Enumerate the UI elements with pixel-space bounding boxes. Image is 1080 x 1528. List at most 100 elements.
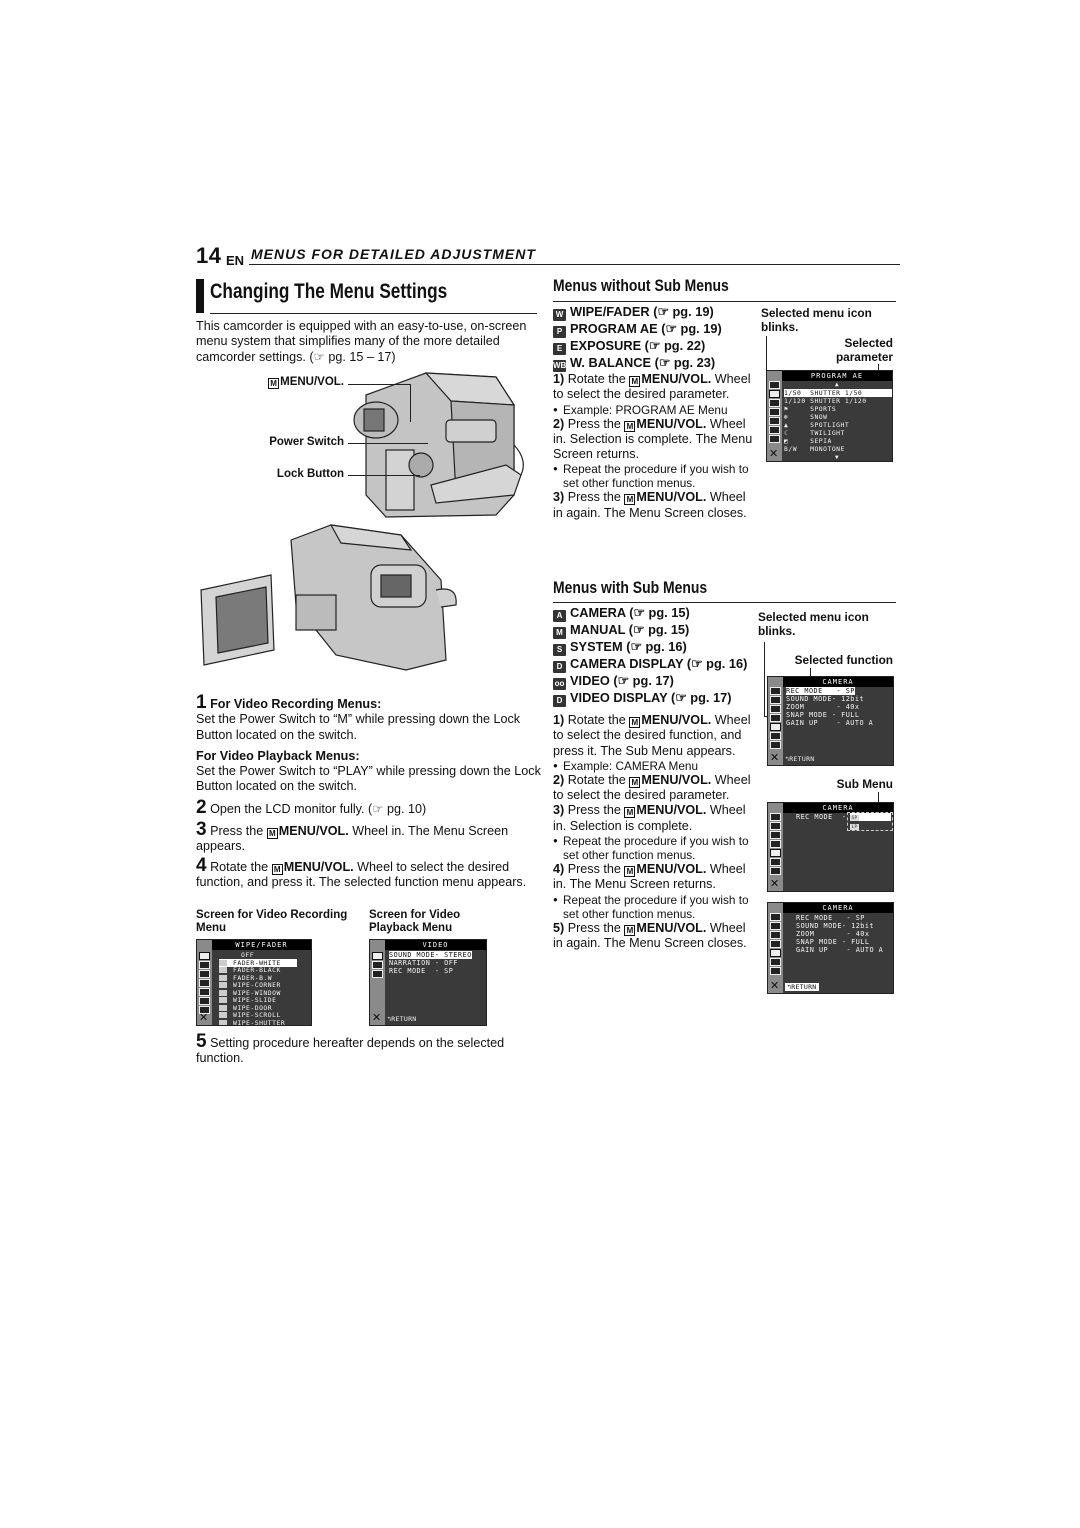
menu-row-rec-mode: REC MODE - xyxy=(796,813,847,821)
step-number: 3) xyxy=(553,803,568,818)
menu-list-item: W WIPE/FADER (☞ pg. 19) xyxy=(553,304,763,321)
step-text: Press the xyxy=(567,862,625,877)
step-number: 5) xyxy=(553,920,568,935)
exposure-menu-icon xyxy=(770,931,781,939)
menu-row-snap-mode: SNAP MODE - FULL xyxy=(796,938,870,946)
option-icon xyxy=(219,1004,227,1011)
menu-vol-label: MENU/VOL. xyxy=(278,824,349,838)
return-text: RETURN xyxy=(789,755,815,763)
video-display-icon: D xyxy=(553,695,566,707)
step-text: Rotate the xyxy=(567,713,630,727)
camcorder-illustration: M MENU/VOL. Power Switch Lock Button xyxy=(196,365,541,685)
m-icon: M xyxy=(268,378,280,389)
camera-menu-icon xyxy=(769,417,780,425)
program-ae-menu-icon xyxy=(769,390,780,398)
m-icon: M xyxy=(624,866,636,878)
menu-item-label: SYSTEM xyxy=(570,639,627,654)
step-text: Press the xyxy=(210,824,267,838)
camera-menu-icon xyxy=(199,988,210,996)
close-icon: ✕ xyxy=(770,877,780,890)
intro-paragraph: This camcorder is equipped with an easy-… xyxy=(196,319,527,364)
menu-item-label: W. BALANCE xyxy=(570,355,655,370)
m-icon: M xyxy=(624,494,636,506)
menus-without-sub-heading: Menus without Sub Menus xyxy=(553,276,729,295)
return-label: ↰RETURN xyxy=(785,983,819,991)
option-icon xyxy=(219,967,227,973)
lock-button-callout: Lock Button xyxy=(276,468,344,480)
menu-item-label: VIDEO DISPLAY xyxy=(570,690,671,705)
page-reference: (☞ pg. 19) xyxy=(661,321,722,336)
procedure-step: 1) Rotate the M MENU/VOL. Wheel to select… xyxy=(553,372,758,403)
program-ae-menu-icon xyxy=(770,822,781,830)
camera-display-icon: D xyxy=(553,661,566,673)
step-number: 1 xyxy=(196,692,207,713)
white-balance-icon: WB xyxy=(553,360,567,372)
option-label: MONOTONE xyxy=(810,445,845,453)
video-icon: oo xyxy=(553,678,566,690)
camera-menu-icon xyxy=(770,849,781,857)
system-menu-icon xyxy=(372,961,383,969)
m-icon: M xyxy=(624,420,636,432)
option-icon: ▲ xyxy=(784,421,811,429)
menu-list-item: M MANUAL (☞ pg. 15) xyxy=(553,622,758,639)
screen-title: PROGRAM AE xyxy=(782,371,892,381)
m-icon: M xyxy=(624,807,636,819)
page-language: EN xyxy=(226,253,245,268)
section-title: MENUS FOR DETAILED ADJUSTMENT xyxy=(251,246,536,262)
sub-menu-annotation: Sub Menu xyxy=(836,777,893,791)
step-number: 2) xyxy=(553,772,568,787)
page-reference: (☞ pg. 22) xyxy=(644,338,706,353)
option-icon: B/W xyxy=(784,445,811,453)
menu-vol-label: MENU/VOL. xyxy=(641,713,712,727)
page-reference: (☞ pg. 17) xyxy=(613,673,674,688)
option-icon xyxy=(219,959,227,966)
option-label: SHUTTER 1/120 xyxy=(810,397,867,405)
submenu-option-sp[interactable]: SP xyxy=(850,813,891,821)
menu-list-item: D CAMERA DISPLAY (☞ pg. 16) xyxy=(553,656,758,673)
menu-option: ☾ TWILIGHT xyxy=(784,429,892,437)
menu-list-item: E EXPOSURE (☞ pg. 22) xyxy=(553,338,763,355)
menu-vol-label: MENU/VOL. xyxy=(641,372,712,386)
submenu-option-lp[interactable]: LP xyxy=(850,822,859,830)
menus-with-sub-steps: 1) Rotate the M MENU/VOL. Wheel to select… xyxy=(553,713,758,951)
menu-vol-label: MENU/VOL. xyxy=(636,803,707,818)
header-rule xyxy=(249,264,900,265)
close-icon: ✕ xyxy=(770,751,780,764)
camera-menu-screen: ✕ CAMERA REC MODE - SP SOUND MODE- 12bit… xyxy=(767,676,894,766)
section-rule xyxy=(553,301,896,302)
menu-list-item: A CAMERA (☞ pg. 15) xyxy=(553,605,758,622)
program-ae-menu-icon xyxy=(770,696,781,704)
step-text: Press the xyxy=(567,803,625,818)
procedure-step: 3) Press the M MENU/VOL. Wheel in again. … xyxy=(553,490,758,521)
page-reference: (☞ pg. 16) xyxy=(626,639,687,654)
menu-list-item: oo VIDEO (☞ pg. 17) xyxy=(553,673,758,690)
manual-menu-icon xyxy=(770,732,781,740)
callout-line-lock xyxy=(348,475,420,476)
menu-option: ❄ SNOW xyxy=(784,413,892,421)
lp-icon: LP xyxy=(850,824,859,830)
menu-list-item: S SYSTEM (☞ pg. 16) xyxy=(553,639,758,656)
step-number: 3) xyxy=(553,490,568,505)
step-text: Rotate the xyxy=(567,372,630,386)
step-3: 3 Press the M MENU/VOL. Wheel in. The Men… xyxy=(196,819,541,855)
step-text: Press the xyxy=(567,416,625,431)
close-icon: ✕ xyxy=(199,1011,209,1024)
menu-item-label: CAMERA DISPLAY xyxy=(570,656,687,671)
power-switch-callout: Power Switch xyxy=(269,436,344,448)
step-text: Rotate the xyxy=(567,772,630,787)
step-number: 3 xyxy=(196,819,207,840)
callout-line-menu xyxy=(348,384,410,385)
page-title: Changing The Menu Settings xyxy=(210,280,448,303)
exposure-menu-icon xyxy=(199,970,210,978)
white-balance-menu-icon xyxy=(769,408,780,416)
menu-vol-label: MENU/VOL. xyxy=(280,376,344,388)
page-reference: (☞ pg. 16) xyxy=(686,656,748,671)
step-text: Setting procedure hereafter depends on t… xyxy=(196,1036,505,1066)
option-label: SNOW xyxy=(810,413,828,421)
camera-submenu-screen: ✕ CAMERA REC MODE - SP LP xyxy=(767,802,894,892)
recording-screen-caption: Screen for Video Recording Menu xyxy=(196,909,348,934)
option-icon: ☾ xyxy=(784,429,811,437)
menu-row-gain-up: GAIN UP - AUTO A xyxy=(796,946,884,954)
system-menu-icon xyxy=(769,435,780,443)
playback-screen-caption: Screen for Video Playback Menu xyxy=(369,909,461,934)
